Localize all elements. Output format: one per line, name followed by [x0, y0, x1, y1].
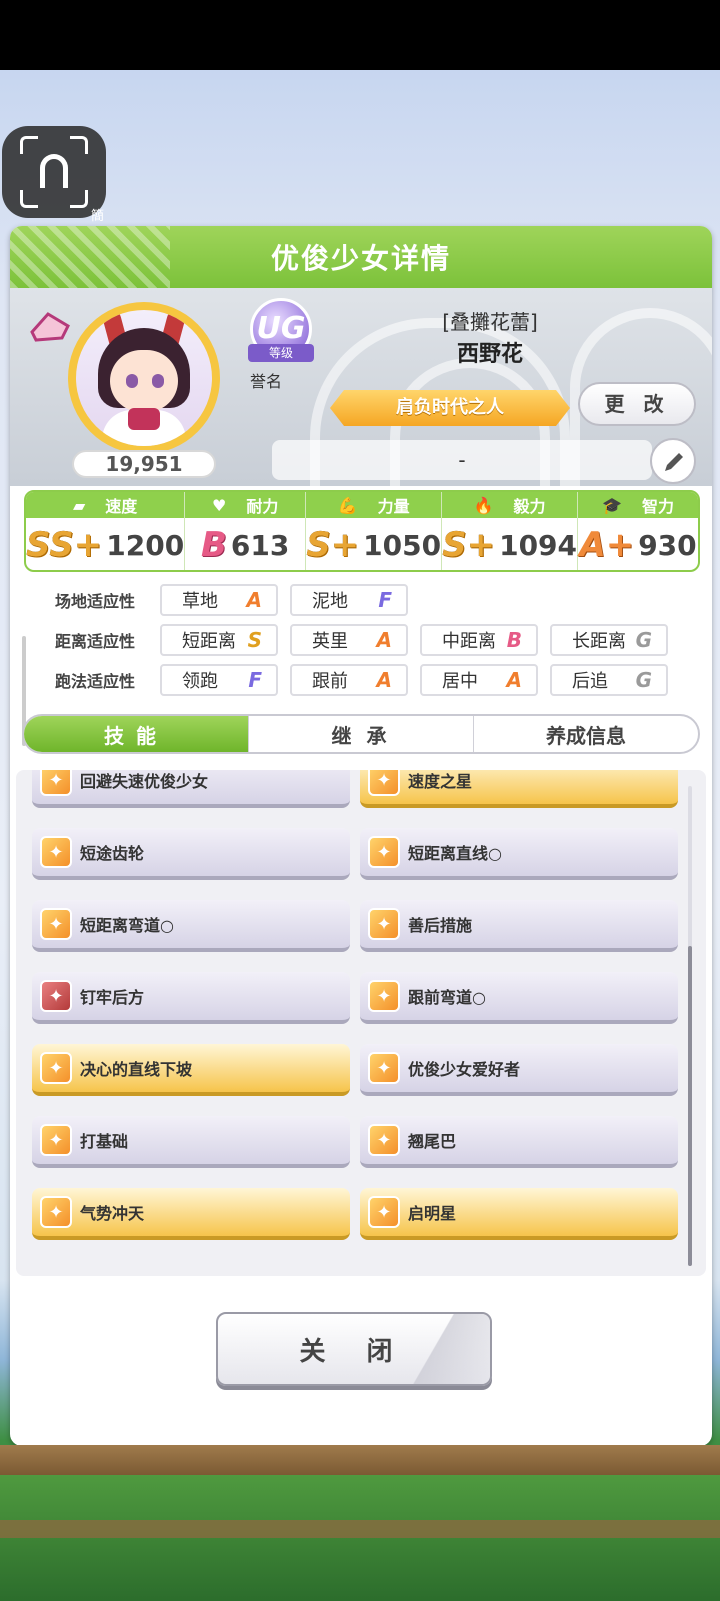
stat-stamina: ♥ 耐力 B 613 — [185, 492, 307, 570]
stat-value: 1094 — [499, 528, 578, 562]
speed-skill-icon: ✦ — [40, 770, 72, 796]
speed-skill-icon: ✦ — [368, 1124, 400, 1156]
avatar[interactable] — [76, 310, 212, 446]
aptitude-label: 跑法适应性 — [54, 672, 135, 691]
umamusume-detail-panel: 优俊少女详情 19,951 UG 等级 誉名 [叠攤花蕾] 西野花 肩负时代之人 — [10, 226, 712, 1446]
honor-label: 誉名 — [250, 372, 283, 391]
shoe-icon: ▰ — [72, 495, 86, 515]
speed-skill-icon: ✦ — [40, 1196, 72, 1228]
stat-grade: B — [201, 525, 227, 565]
skills-list[interactable]: ✦ 回避失速优俊少女 ✦ 速度之星 ✦ 短途齿轮 ✦ 短距离直线○ ✦ 短距离弯道○ ✦ 善… — [16, 770, 706, 1276]
panel-title: 优俊少女详情 — [270, 242, 451, 275]
skill-item[interactable]: ✦ 回避失速优俊少女 — [32, 770, 350, 808]
stat-wisdom: 🎓 智力 A+ 930 — [578, 492, 698, 570]
costume-title: [叠攤花蕾] — [442, 310, 538, 334]
speed-skill-icon: ✦ — [368, 908, 400, 940]
aptitude-turf: 草地 A — [160, 584, 278, 616]
speed-skill-icon: ✦ — [368, 836, 400, 868]
skill-item[interactable]: ✦ 决心的直线下坡 — [32, 1044, 350, 1096]
skill-item[interactable]: ✦ 启明星 — [360, 1188, 678, 1240]
skill-item[interactable]: ✦ 翘尾巴 — [360, 1116, 678, 1168]
tab-training-info[interactable]: 养成信息 — [474, 716, 698, 752]
stat-power: 💪 力量 S+ 1050 — [306, 492, 443, 570]
background-fence — [0, 1445, 720, 1475]
aptitude-front: 领跑 F — [160, 664, 278, 696]
graduation-cap-icon: 🎓 — [602, 495, 622, 515]
aptitude-long: 长距离 G — [550, 624, 668, 656]
speed-skill-icon: ✦ — [40, 1124, 72, 1156]
skill-item[interactable]: ✦ 钉牢后方 — [32, 972, 350, 1024]
skills-scroll-thumb[interactable] — [688, 946, 692, 1266]
skill-item[interactable]: ✦ 速度之星 — [360, 770, 678, 808]
speed-skill-icon: ✦ — [40, 908, 72, 940]
aptitude-mile: 英里 A — [290, 624, 408, 656]
background-fence-rail — [0, 1520, 720, 1538]
aptitude-medium: 中距离 B — [420, 624, 538, 656]
message-field: - — [272, 440, 652, 480]
stat-grade: SS+ — [26, 525, 103, 565]
detail-tabs: 技能 继 承 养成信息 — [22, 714, 700, 754]
stat-value: 930 — [638, 528, 697, 562]
skill-item[interactable]: ✦ 短距离直线○ — [360, 828, 678, 880]
shoe-icon — [30, 312, 70, 342]
speed-skill-icon: ✦ — [368, 980, 400, 1012]
profile-section: 19,951 UG 等级 誉名 [叠攤花蕾] 西野花 肩负时代之人 更 改 - — [10, 288, 712, 486]
speed-skill-icon: ✦ — [40, 836, 72, 868]
status-bar — [0, 0, 720, 70]
skill-item[interactable]: ✦ 气势冲天 — [32, 1188, 350, 1240]
aptitude-dirt: 泥地 F — [290, 584, 408, 616]
close-button[interactable]: 关 闭 — [216, 1312, 492, 1386]
debuff-skill-icon: ✦ — [40, 980, 72, 1012]
muscle-icon: 💪 — [337, 495, 358, 515]
aptitude-label: 场地适应性 — [54, 592, 135, 611]
stat-grade: A+ — [579, 525, 635, 565]
stat-guts: 🔥 毅力 S+ 1094 — [442, 492, 579, 570]
stat-value: 1050 — [363, 528, 442, 562]
speed-skill-icon: ✦ — [40, 1052, 72, 1084]
skill-item[interactable]: ✦ 善后措施 — [360, 900, 678, 952]
heart-icon: ♥ — [212, 495, 227, 515]
style-aptitude-row: 跑法适应性 领跑 F 跟前 A 居中 A 后追 G — [30, 664, 680, 696]
epithet-banner: 肩负时代之人 — [330, 390, 570, 426]
background-grass — [0, 1475, 720, 1601]
character-name: 西野花 — [456, 342, 523, 367]
stat-grade: S+ — [306, 525, 360, 565]
horseshoe-icon — [40, 154, 68, 188]
panel-header: 优俊少女详情 — [10, 226, 712, 288]
distance-aptitude-row: 距离适应性 短距离 S 英里 A 中距离 B 长距离 G — [30, 624, 680, 656]
stat-grade: S+ — [442, 525, 496, 565]
aptitude-sprint: 短距离 S — [160, 624, 278, 656]
screenshot-translate-button[interactable]: 簡 — [2, 126, 106, 224]
camera-label: 簡 — [90, 209, 104, 224]
aptitude-pace: 跟前 A — [290, 664, 408, 696]
scan-frame-icon — [20, 136, 88, 208]
track-aptitude-row: 场地适应性 草地 A 泥地 F — [30, 584, 420, 616]
stat-speed: ▰ 速度 SS+ 1200 — [26, 492, 186, 570]
aptitude-label: 距离适应性 — [54, 632, 135, 651]
speed-skill-icon: ✦ — [368, 1052, 400, 1084]
aptitude-late: 居中 A — [420, 664, 538, 696]
stat-value: 1200 — [106, 528, 185, 562]
change-button[interactable]: 更 改 — [578, 382, 696, 426]
fan-count: 19,951 — [72, 450, 216, 478]
tab-inheritance[interactable]: 继 承 — [249, 716, 474, 752]
skill-item[interactable]: ✦ 短途齿轮 — [32, 828, 350, 880]
tab-skills[interactable]: 技能 — [24, 716, 249, 752]
skill-item[interactable]: ✦ 短距离弯道○ — [32, 900, 350, 952]
pencil-icon — [665, 453, 683, 471]
skill-item[interactable]: ✦ 跟前弯道○ — [360, 972, 678, 1024]
flame-icon: 🔥 — [473, 495, 494, 515]
skill-item[interactable]: ✦ 打基础 — [32, 1116, 350, 1168]
edit-button[interactable] — [650, 438, 696, 484]
aptitude-end: 后追 G — [550, 664, 668, 696]
skill-item[interactable]: ✦ 优俊少女爱好者 — [360, 1044, 678, 1096]
stat-value: 613 — [230, 528, 290, 562]
speed-skill-icon: ✦ — [368, 1196, 400, 1228]
rank-badge[interactable]: UG 等级 — [244, 298, 318, 368]
stats-panel: ▰ 速度 SS+ 1200 ♥ 耐力 B 613 💪 力量 S+ 1050 🔥 毅力 S+ 10… — [24, 490, 700, 572]
speed-skill-icon: ✦ — [368, 770, 400, 796]
